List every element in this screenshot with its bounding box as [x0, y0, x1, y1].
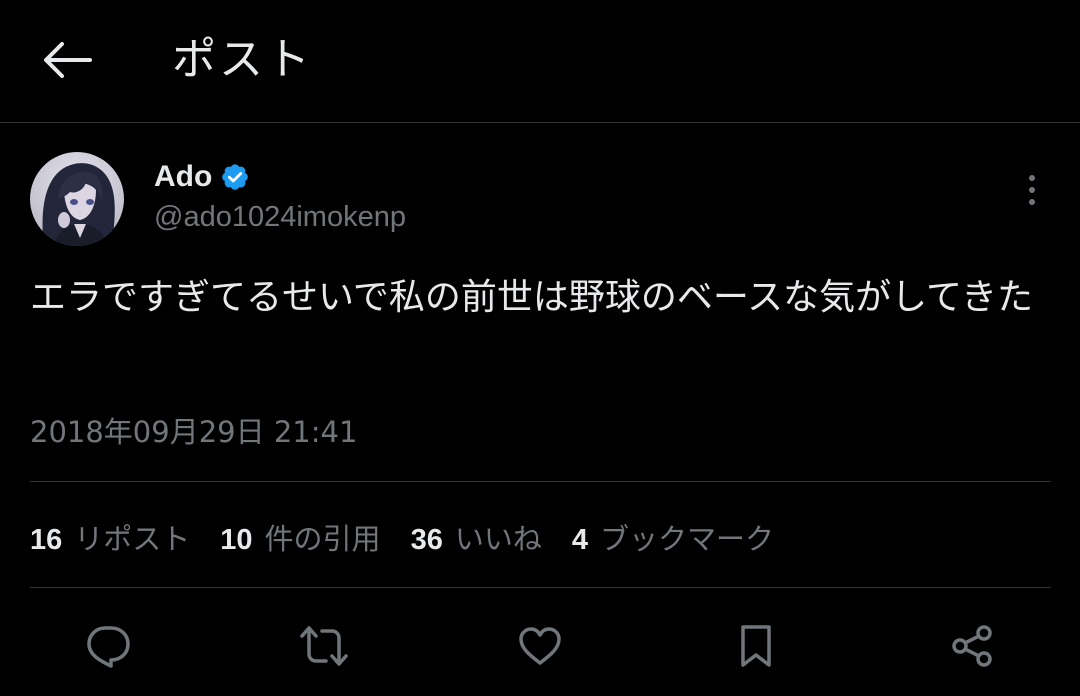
stat-reposts[interactable]: 16 リポスト — [30, 516, 190, 558]
stat-count: 16 — [30, 524, 63, 556]
engagement-stats: 16 リポスト 10 件の引用 36 いいね 4 ブックマーク — [30, 514, 804, 560]
share-nodes-icon — [949, 623, 995, 669]
verified-badge-icon — [220, 162, 250, 192]
heart-icon — [517, 625, 563, 667]
page-title: ポスト — [172, 34, 313, 85]
action-bar — [0, 616, 1080, 676]
post-timestamp[interactable]: 2018年09月29日 21:41 — [30, 412, 357, 452]
speech-bubble-icon — [85, 624, 131, 668]
arrow-left-icon — [40, 40, 92, 80]
reply-button[interactable] — [78, 616, 138, 676]
divider — [30, 587, 1051, 588]
repost-arrows-icon — [298, 624, 350, 668]
repost-button[interactable] — [294, 616, 354, 676]
author-handle[interactable]: @ado1024imokenp — [154, 198, 406, 236]
stat-quotes[interactable]: 10 件の引用 — [220, 516, 380, 558]
stat-label: 件の引用 — [264, 522, 381, 556]
stat-likes[interactable]: 36 いいね — [411, 516, 542, 558]
vertical-dots-icon — [1028, 174, 1036, 206]
stat-label: ブックマーク — [599, 522, 774, 556]
like-button[interactable] — [510, 616, 570, 676]
share-button[interactable] — [942, 616, 1002, 676]
stat-count: 36 — [410, 524, 443, 556]
top-bar: ポスト — [0, 0, 1080, 123]
author-name[interactable]: Ado — [154, 160, 212, 194]
stat-label: リポスト — [74, 522, 191, 556]
back-button[interactable] — [38, 36, 94, 84]
bookmark-icon — [738, 623, 774, 669]
stat-bookmarks[interactable]: 4 ブックマーク — [572, 516, 774, 558]
bookmark-button[interactable] — [726, 616, 786, 676]
stat-label: いいね — [454, 522, 542, 556]
avatar[interactable] — [30, 152, 124, 246]
author-name-row: Ado — [154, 156, 250, 198]
more-options-button[interactable] — [1012, 168, 1052, 212]
stat-count: 4 — [571, 524, 588, 556]
post-text: エラですぎてるせいで私の前世は野球のベースな気がしてきた — [30, 277, 1033, 318]
stat-count: 10 — [220, 524, 253, 556]
divider — [30, 481, 1051, 482]
